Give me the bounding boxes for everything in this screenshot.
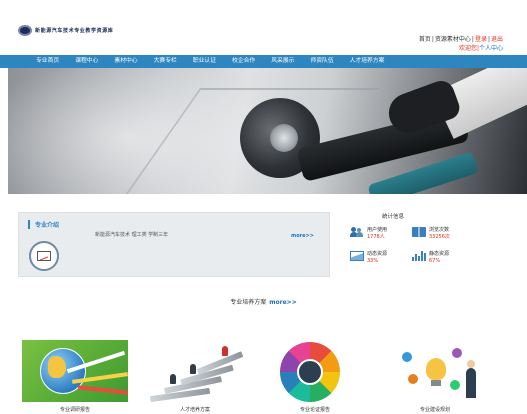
person-figure	[190, 364, 196, 374]
site-title: 新能源汽车技术专业教学资源库	[35, 28, 114, 34]
businessman-figure	[466, 368, 476, 398]
plan-card-survey-report[interactable]: 专业调研报告	[22, 340, 128, 413]
idea-dot	[452, 348, 462, 358]
card-caption[interactable]: 人才培养方案	[142, 406, 248, 413]
intro-more-link[interactable]: more>>	[291, 233, 314, 239]
intro-text: 新能源汽车技术 理工类 学制三年	[95, 232, 169, 238]
lightbulb-base	[431, 380, 441, 386]
stat-label: 静态资源	[429, 251, 450, 257]
continent-shape	[48, 356, 66, 378]
nav-item-home[interactable]: 专业首页	[36, 55, 59, 68]
wave-chart-icon	[350, 251, 364, 261]
plan-card-development-plan[interactable]: 专业建设规划	[382, 340, 488, 413]
separator: |	[431, 36, 434, 43]
nav-item-cooperation[interactable]: 校企合作	[232, 55, 255, 68]
lightbulb-icon	[426, 358, 446, 380]
bar-chart-icon	[412, 251, 426, 261]
nav-item-courses[interactable]: 课程中心	[75, 55, 98, 68]
plan-card-assessment-report[interactable]: 专业论证报告	[262, 340, 368, 413]
stat-dynamic-resources: 动态资源 33%	[350, 251, 387, 265]
intro-title: 专业介绍	[28, 220, 59, 229]
person-figure	[170, 374, 176, 384]
globe-arrows-image[interactable]	[22, 340, 128, 402]
stairs-image[interactable]	[142, 340, 248, 402]
book-icon	[412, 227, 426, 237]
nav-item-competition[interactable]: 大赛专栏	[154, 55, 177, 68]
program-intro-panel: 专业介绍 新能源汽车技术 理工类 学制三年 more>>	[18, 212, 330, 277]
hero-banner	[8, 68, 527, 194]
plan-card-talent-plan[interactable]: 人才培养方案	[142, 340, 248, 413]
polisher-hub	[270, 124, 298, 152]
stat-label: 用户使用	[367, 227, 388, 233]
stat-label: 动态资源	[367, 251, 388, 257]
top-links: 首页|资源素材中心|登录|退出	[418, 34, 503, 43]
wheel-center	[297, 359, 323, 385]
idea-dot	[402, 352, 412, 362]
home-link[interactable]: 首页	[419, 36, 431, 43]
idea-dot	[408, 374, 418, 384]
separator: |	[471, 36, 474, 43]
idea-dot	[450, 380, 460, 390]
separator: |	[487, 36, 490, 43]
stat-value: 33256次	[429, 234, 450, 240]
nav-item-faculty[interactable]: 师资队伍	[310, 55, 333, 68]
stat-value: 67%	[429, 258, 441, 264]
card-caption[interactable]: 专业调研报告	[22, 406, 128, 413]
card-caption[interactable]: 专业论证报告	[262, 406, 368, 413]
presentation-board-icon	[29, 241, 59, 271]
nav-item-materials[interactable]: 素材中心	[114, 55, 137, 68]
nav-item-certification[interactable]: 职业认证	[193, 55, 216, 68]
stat-value: 1778人	[367, 234, 385, 240]
login-link[interactable]: 登录	[475, 36, 487, 43]
emblem-icon	[18, 25, 32, 36]
nav-item-training-plan[interactable]: 人才培养方案	[350, 55, 385, 68]
site-logo[interactable]: 新能源汽车技术专业教学资源库	[18, 25, 113, 36]
user-links: 欢迎您|个人中心	[459, 43, 503, 52]
plan-more-link[interactable]: more>>	[269, 299, 296, 306]
arrow-shape	[77, 385, 128, 395]
process-wheel-image[interactable]	[262, 340, 368, 402]
board-chart-icon	[37, 251, 51, 261]
stat-users: 用户使用 1778人	[350, 227, 387, 241]
main-nav: 专业首页 课程中心 素材中心 大赛专栏 职业认证 校企合作 风采展示 师资队伍 …	[0, 55, 527, 68]
users-icon	[350, 227, 364, 237]
resource-center-link[interactable]: 资源素材中心	[435, 36, 471, 43]
welcome-text: 欢迎您	[458, 45, 477, 52]
stats-title: 统计信息	[382, 214, 405, 220]
plan-heading-text: 专业培养方案	[230, 299, 267, 306]
nav-item-showcase[interactable]: 风采展示	[271, 55, 294, 68]
logout-link[interactable]: 退出	[491, 36, 503, 43]
leader-figure	[222, 346, 228, 356]
card-caption[interactable]: 专业建设规划	[382, 406, 488, 413]
page: 新能源汽车技术专业教学资源库 首页|资源素材中心|登录|退出 欢迎您|个人中心 …	[0, 0, 527, 414]
idea-people-image[interactable]	[382, 340, 488, 402]
stat-label: 浏览次数	[429, 227, 450, 233]
personal-center-link[interactable]: 个人中心	[479, 45, 503, 52]
person-head	[467, 360, 475, 368]
stat-views: 浏览次数 33256次	[412, 227, 450, 241]
stat-value: 33%	[367, 258, 379, 264]
training-plan-heading: 专业培养方案 more>>	[0, 297, 527, 306]
header: 新能源汽车技术专业教学资源库 首页|资源素材中心|登录|退出 欢迎您|个人中心	[0, 0, 527, 55]
stat-static-resources: 静态资源 67%	[412, 251, 449, 265]
